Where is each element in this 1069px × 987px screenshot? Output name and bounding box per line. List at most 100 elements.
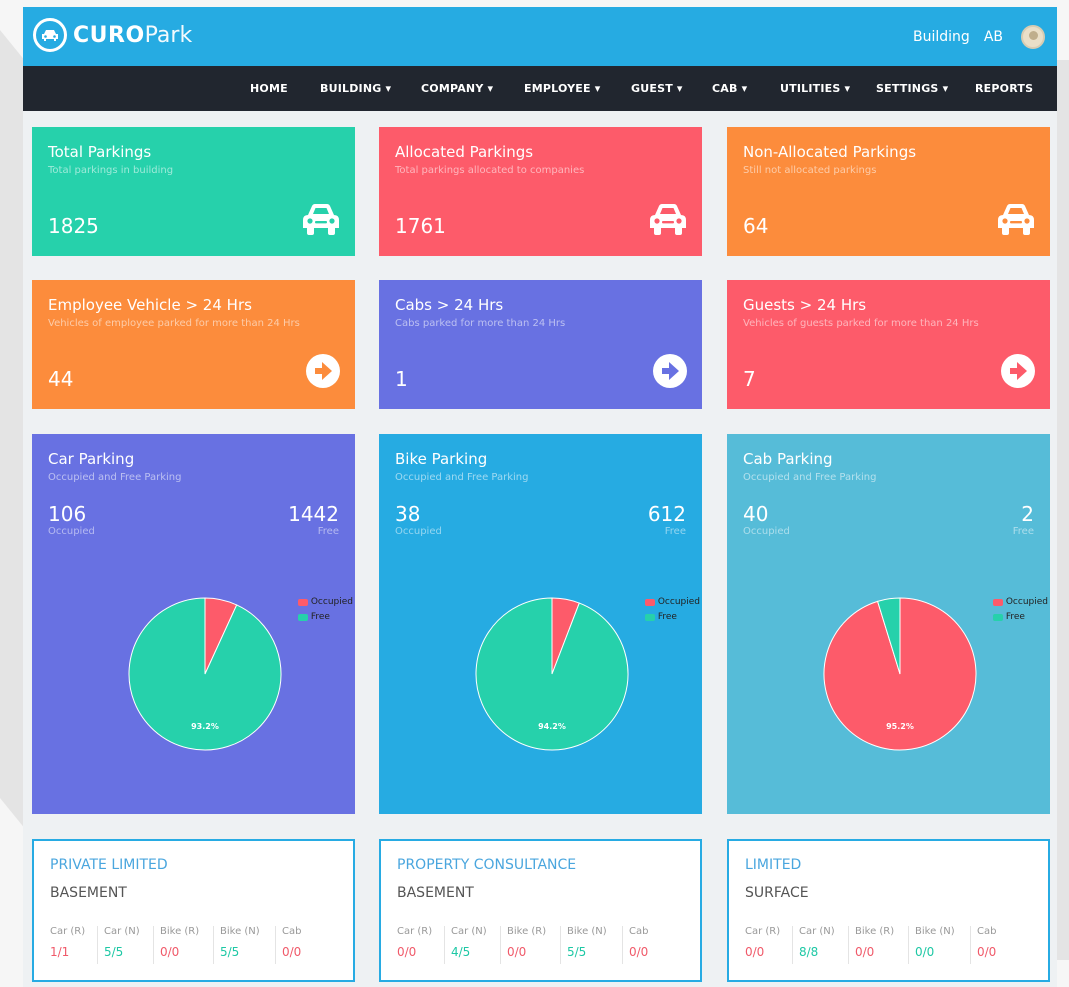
arrow-right-circle-icon[interactable] <box>305 353 341 393</box>
legend-label: Occupied <box>1005 597 1048 607</box>
stat-subtitle: Still not allocated parkings <box>743 165 877 176</box>
avatar[interactable] <box>1021 25 1045 49</box>
car-icon <box>648 202 688 240</box>
allocation-value: 4/5 <box>451 945 471 959</box>
pie-subtitle: Occupied and Free Parking <box>743 472 877 483</box>
column-divider <box>97 926 98 964</box>
stat-subtitle: Total parkings in building <box>48 165 174 176</box>
stat-title: Total Parkings <box>48 143 152 161</box>
nav-home[interactable]: HOME <box>250 82 288 95</box>
nav-company[interactable]: COMPANY ▾ <box>421 82 493 95</box>
allocation-header: Bike (R) <box>160 926 200 937</box>
logo-text-bold: CURO <box>73 22 145 48</box>
company-location: BASEMENT <box>397 885 474 901</box>
pie-card: Cab Parking Occupied and Free Parking 40 Oc… <box>727 434 1050 814</box>
nav-reports[interactable]: REPORTS <box>975 82 1033 95</box>
allocation-value: 0/0 <box>745 945 765 959</box>
stat-value: 64 <box>743 214 769 238</box>
allocation-header: Car (N) <box>104 926 140 937</box>
allocation-value: 0/0 <box>160 945 180 959</box>
nav-cab[interactable]: CAB ▾ <box>712 82 747 95</box>
allocation-column: Car (N) 5/5 <box>104 926 164 959</box>
column-divider <box>970 926 971 964</box>
legend-label: Occupied <box>310 597 353 607</box>
free-count: 1442 <box>288 502 339 526</box>
app-logo[interactable]: CURO Park <box>33 18 192 52</box>
stat-card: Allocated Parkings Total parkings allocat… <box>379 127 702 256</box>
pie-subtitle: Occupied and Free Parking <box>395 472 529 483</box>
occupied-count: 106 <box>48 502 87 526</box>
pie-data-label: 93.2% <box>191 722 219 731</box>
nav-employee[interactable]: EMPLOYEE ▾ <box>524 82 600 95</box>
logo-text-light: Park <box>144 22 193 48</box>
stat-subtitle: Vehicles of employee parked for more tha… <box>48 318 300 329</box>
pie-title: Car Parking <box>48 450 135 468</box>
stat-subtitle: Cabs parked for more than 24 Hrs <box>395 318 566 329</box>
pie-legend: Occupied Free <box>644 597 700 627</box>
nav-settings[interactable]: SETTINGS ▾ <box>876 82 948 95</box>
allocation-header: Cab <box>977 926 997 937</box>
column-divider <box>848 926 849 964</box>
column-divider <box>213 926 214 964</box>
legend-label: Free <box>657 612 677 622</box>
allocation-value: 0/0 <box>915 945 935 959</box>
allocation-header: Bike (N) <box>915 926 955 937</box>
allocation-column: Cab 0/0 <box>977 926 1037 959</box>
company-name[interactable]: PROPERTY CONSULTANCE <box>397 857 576 873</box>
column-divider <box>908 926 909 964</box>
nav-guest[interactable]: GUEST ▾ <box>631 82 683 95</box>
stat-card: Total Parkings Total parkings in building… <box>32 127 355 256</box>
column-divider <box>560 926 561 964</box>
arrow-right-circle-icon[interactable] <box>652 353 688 393</box>
company-name[interactable]: LIMITED <box>745 857 801 873</box>
allocation-value: 0/0 <box>855 945 875 959</box>
allocation-value: 0/0 <box>507 945 527 959</box>
allocation-header: Bike (R) <box>855 926 895 937</box>
stat-card[interactable]: Guests > 24 Hrs Vehicles of guests parked… <box>727 280 1050 409</box>
allocation-value: 1/1 <box>50 945 70 959</box>
allocation-header: Cab <box>282 926 302 937</box>
company-name[interactable]: PRIVATE LIMITED <box>50 857 168 873</box>
nav-building[interactable]: BUILDING ▾ <box>320 82 391 95</box>
company-card[interactable]: PROPERTY CONSULTANCE BASEMENT Car (R) 0/0 Ca… <box>379 839 702 982</box>
column-divider <box>444 926 445 964</box>
pie-title: Bike Parking <box>395 450 488 468</box>
column-divider <box>500 926 501 964</box>
stat-title: Employee Vehicle > 24 Hrs <box>48 296 252 314</box>
allocation-header: Bike (N) <box>567 926 607 937</box>
pie-legend: Occupied Free <box>297 597 353 627</box>
legend-swatch-occupied <box>297 598 308 606</box>
stat-value: 1761 <box>395 214 446 238</box>
arrow-right-circle-icon[interactable] <box>1000 353 1036 393</box>
occupied-label: Occupied <box>395 526 442 537</box>
user-initials[interactable]: AB <box>984 29 1003 45</box>
free-label: Free <box>317 526 339 537</box>
allocation-column: Cab 0/0 <box>629 926 689 959</box>
free-label: Free <box>1012 526 1034 537</box>
stat-card[interactable]: Cabs > 24 Hrs Cabs parked for more than 2… <box>379 280 702 409</box>
column-divider <box>622 926 623 964</box>
pie-chart: 93.2% <box>128 597 282 751</box>
allocation-column: Bike (N) 0/0 <box>915 926 975 959</box>
pie-legend: Occupied Free <box>992 597 1048 627</box>
company-card[interactable]: PRIVATE LIMITED BASEMENT Car (R) 1/1 Car (N)… <box>32 839 355 982</box>
allocation-header: Car (N) <box>451 926 487 937</box>
allocation-column: Car (R) 0/0 <box>397 926 457 959</box>
allocation-header: Cab <box>629 926 649 937</box>
stat-subtitle: Vehicles of guests parked for more than … <box>743 318 979 329</box>
column-divider <box>275 926 276 964</box>
pie-data-label: 94.2% <box>538 722 566 731</box>
building-selector[interactable]: Building <box>913 29 970 45</box>
free-count: 2 <box>1021 502 1034 526</box>
company-card[interactable]: LIMITED SURFACE Car (R) 0/0 Car (N) 8/8 Bike (… <box>727 839 1050 982</box>
stat-card[interactable]: Employee Vehicle > 24 Hrs Vehicles of emp… <box>32 280 355 409</box>
pie-chart: 95.2% <box>823 597 977 751</box>
top-bar: CURO Park Building AB <box>23 7 1057 66</box>
allocation-column: Bike (R) 0/0 <box>855 926 915 959</box>
free-label: Free <box>664 526 686 537</box>
car-logo-icon <box>33 18 67 52</box>
occupied-count: 40 <box>743 502 769 526</box>
pie-data-label: 95.2% <box>886 722 914 731</box>
nav-utilities[interactable]: UTILITIES ▾ <box>780 82 850 95</box>
occupied-label: Occupied <box>48 526 95 537</box>
